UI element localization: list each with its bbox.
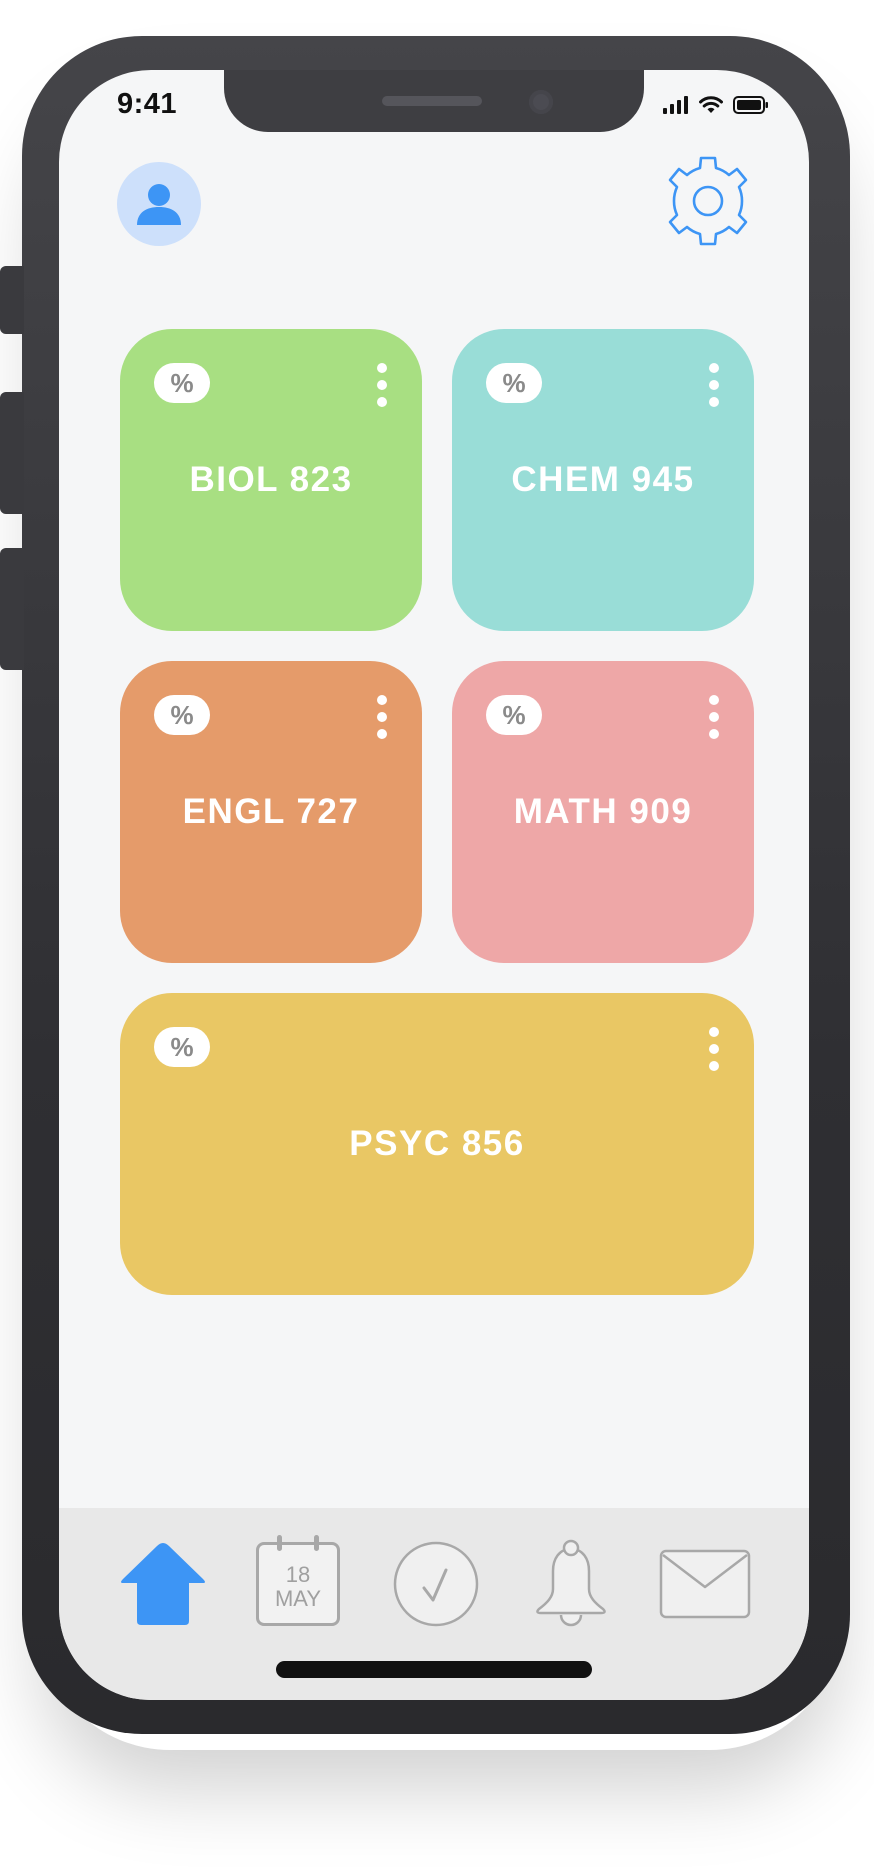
- grade-percent-badge[interactable]: %: [154, 695, 210, 735]
- envelope-icon: [659, 1549, 751, 1619]
- course-card-biol[interactable]: % BIOL 823: [120, 329, 422, 631]
- menu-dot: [709, 729, 719, 739]
- card-menu-button[interactable]: [702, 695, 726, 739]
- tab-home[interactable]: [115, 1536, 211, 1632]
- battery-icon: [733, 96, 768, 114]
- check-icon: [393, 1541, 479, 1627]
- tab-notifications[interactable]: [523, 1536, 619, 1632]
- course-title: BIOL 823: [189, 460, 353, 499]
- menu-dot: [709, 363, 719, 373]
- course-title: PSYC 856: [349, 1124, 525, 1163]
- signal-icon: [663, 96, 688, 114]
- calendar-ring: [277, 1535, 282, 1551]
- card-menu-button[interactable]: [370, 363, 394, 407]
- course-title: ENGL 727: [182, 792, 360, 831]
- card-menu-button[interactable]: [702, 363, 726, 407]
- menu-dot: [709, 380, 719, 390]
- home-indicator[interactable]: [276, 1661, 592, 1678]
- wifi-icon: [699, 96, 723, 113]
- card-menu-button[interactable]: [370, 695, 394, 739]
- grade-percent-badge[interactable]: %: [154, 1027, 210, 1067]
- course-card-engl[interactable]: % ENGL 727: [120, 661, 422, 963]
- profile-avatar-button[interactable]: [117, 162, 201, 246]
- course-card-chem[interactable]: % CHEM 945: [452, 329, 754, 631]
- calendar-ring: [314, 1535, 319, 1551]
- course-card-psyc[interactable]: % PSYC 856: [120, 993, 754, 1295]
- menu-dot: [377, 695, 387, 705]
- status-time: 9:41: [117, 88, 178, 120]
- status-icons: [663, 92, 769, 114]
- gear-icon: [668, 156, 748, 246]
- calendar-month: MAY: [274, 1586, 322, 1611]
- menu-dot: [377, 729, 387, 739]
- tab-bar: 18 MAY: [59, 1508, 809, 1700]
- calendar-day: 18: [285, 1562, 311, 1587]
- screen: 9:41 % BIOL 823 % CHEM 945 % ENGL 727 % …: [59, 70, 809, 1700]
- menu-dot: [377, 363, 387, 373]
- menu-dot: [377, 712, 387, 722]
- grade-percent-badge[interactable]: %: [154, 363, 210, 403]
- course-card-math[interactable]: % MATH 909: [452, 661, 754, 963]
- course-title: CHEM 945: [511, 460, 695, 499]
- volume-up-button: [0, 392, 24, 514]
- user-icon: [137, 184, 181, 225]
- menu-dot: [709, 695, 719, 705]
- mute-switch: [0, 266, 24, 334]
- card-menu-button[interactable]: [702, 1027, 726, 1071]
- camera: [529, 90, 553, 114]
- notch: [224, 70, 644, 132]
- menu-dot: [709, 1027, 719, 1037]
- menu-dot: [709, 1044, 719, 1054]
- settings-button[interactable]: [663, 156, 753, 246]
- speaker: [382, 96, 482, 106]
- calendar-icon: 18 MAY: [256, 1535, 340, 1626]
- tab-calendar[interactable]: 18 MAY: [250, 1535, 346, 1632]
- grade-percent-badge[interactable]: %: [486, 695, 542, 735]
- tab-messages[interactable]: [657, 1536, 753, 1632]
- menu-dot: [709, 712, 719, 722]
- menu-dot: [709, 1061, 719, 1071]
- bell-icon: [536, 1539, 606, 1627]
- menu-dot: [709, 397, 719, 407]
- menu-dot: [377, 397, 387, 407]
- grade-percent-badge[interactable]: %: [486, 363, 542, 403]
- menu-dot: [377, 380, 387, 390]
- tab-tasks[interactable]: [388, 1536, 484, 1632]
- home-icon: [121, 1543, 205, 1625]
- course-title: MATH 909: [513, 792, 693, 831]
- volume-down-button: [0, 548, 24, 670]
